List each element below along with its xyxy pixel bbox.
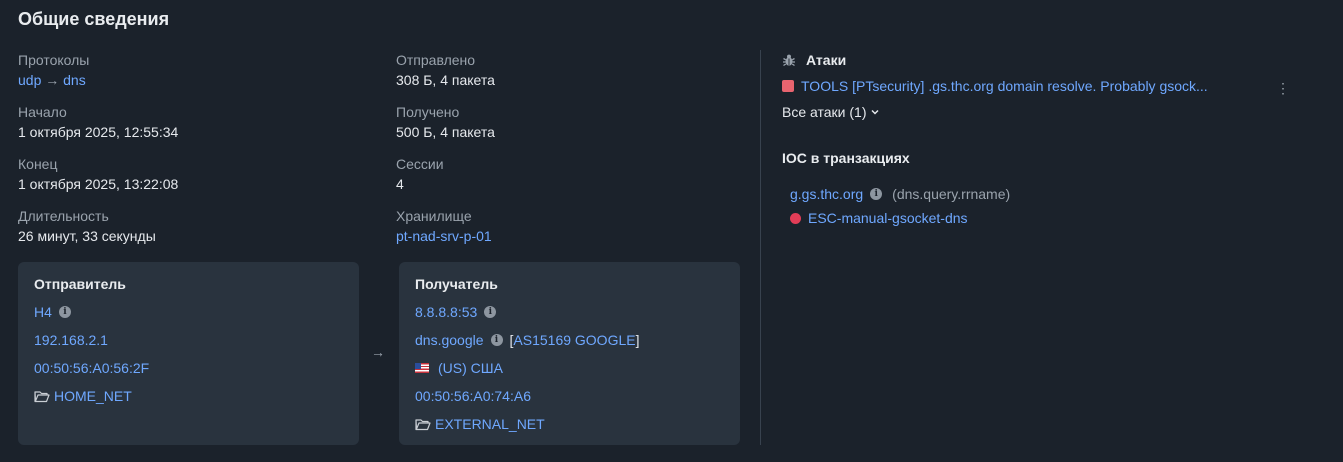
start-field: Начало 1 октября 2025, 12:55:34 [18,104,178,141]
sender-net-link[interactable]: HOME_NET [54,388,132,404]
protocol-dns-link[interactable]: dns [63,72,86,88]
receiver-ip-port-link[interactable]: 8.8.8.8:53 [415,304,477,320]
protocol-udp-link[interactable]: udp [18,72,41,88]
folder-open-icon [415,418,431,430]
received-value: 500 Б, 4 пакета [396,124,495,140]
receiver-net-link[interactable]: EXTERNAL_NET [435,416,545,432]
receiver-asn-link[interactable]: AS15169 GOOGLE [513,332,635,348]
vertical-divider [760,50,761,445]
storage-link[interactable]: pt-nad-srv-p-01 [396,228,492,244]
protocols-field: Протоколы udp → dns [18,52,89,89]
direction-arrow: → [371,344,385,360]
duration-field: Длительность 26 минут, 33 секунды [18,208,156,245]
info-icon[interactable]: i [484,306,497,318]
received-field: Получено 500 Б, 4 пакета [396,104,495,141]
us-flag-icon [415,363,429,373]
kebab-menu-icon[interactable]: ⋮ [1276,80,1290,97]
attack-link[interactable]: TOOLS [PTsecurity] .gs.thc.org domain re… [801,78,1261,94]
receiver-hostname-link[interactable]: dns.google [415,332,484,348]
received-label: Получено [396,104,460,120]
all-attacks-label: Все атаки (1) [782,104,867,120]
severity-marker [782,80,794,92]
protocol-arrow: → [45,72,60,88]
sender-host-link[interactable]: H4 [34,304,52,320]
storage-field: Хранилище pt-nad-srv-p-01 [396,208,492,245]
attacks-header: Атаки [782,52,846,68]
all-attacks-toggle[interactable]: Все атаки (1) [782,104,880,120]
bug-icon [783,54,795,67]
storage-label: Хранилище [396,208,472,224]
duration-label: Длительность [18,208,109,224]
end-label: Конец [18,156,58,172]
info-icon[interactable]: i [870,188,883,200]
attack-item: TOOLS [PTsecurity] .gs.thc.org domain re… [782,78,1261,94]
sender-ip-link[interactable]: 192.168.2.1 [34,332,108,348]
page-title: Общие сведения [18,9,170,29]
ioc-rule-link[interactable]: ESC-manual-gsocket-dns [808,210,968,226]
end-value: 1 октября 2025, 13:22:08 [18,176,179,192]
ioc-field-name: (dns.query.rrname) [892,186,1011,202]
receiver-title: Получатель [415,276,498,292]
chevron-down-icon [871,109,880,115]
info-icon[interactable]: i [490,334,503,346]
receiver-country-link[interactable]: (US) США [438,360,503,376]
sessions-label: Сессии [396,156,444,172]
sender-card: Отправитель H4 i 192.168.2.1 00:50:56:A0… [18,262,359,445]
ioc-title: IOC в транзакциях [782,150,910,166]
sent-value: 308 Б, 4 пакета [396,72,495,88]
sessions-field: Сессии 4 [396,156,444,193]
ioc-item: g.gs.thc.org i (dns.query.rrname) [790,186,1010,202]
sessions-value: 4 [396,176,404,192]
receiver-card: Получатель 8.8.8.8:53 i dns.google i [AS… [399,262,740,445]
ioc-item: ESC-manual-gsocket-dns [790,210,968,226]
start-label: Начало [18,104,67,120]
info-icon[interactable]: i [58,306,71,318]
sent-label: Отправлено [396,52,476,68]
ioc-domain-link[interactable]: g.gs.thc.org [790,186,863,202]
start-value: 1 октября 2025, 12:55:34 [18,124,179,140]
protocols-label: Протоколы [18,52,90,68]
end-field: Конец 1 октября 2025, 13:22:08 [18,156,178,193]
folder-open-icon [34,390,50,402]
ioc-severity-dot [790,212,801,224]
attacks-title: Атаки [806,52,847,68]
sent-field: Отправлено 308 Б, 4 пакета [396,52,495,89]
sender-title: Отправитель [34,276,126,292]
asn-bracket-close: ] [635,332,640,348]
sender-mac-link[interactable]: 00:50:56:A0:56:2F [34,360,149,376]
receiver-mac-link[interactable]: 00:50:56:A0:74:A6 [415,388,531,404]
duration-value: 26 минут, 33 секунды [18,228,156,244]
